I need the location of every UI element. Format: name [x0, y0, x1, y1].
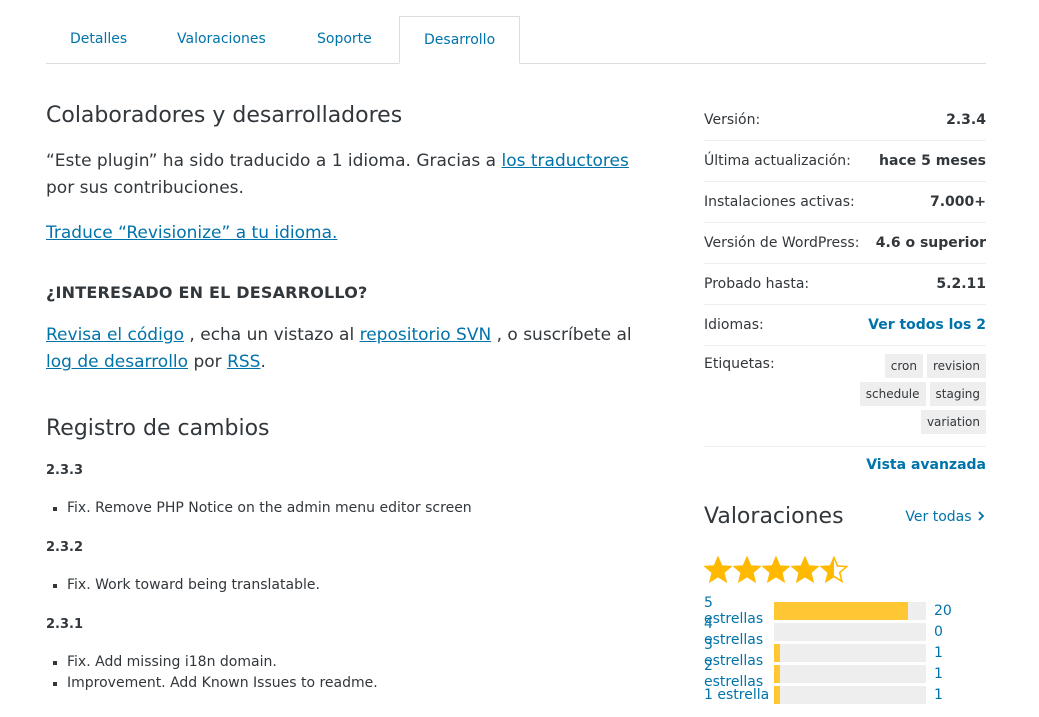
- rating-bar-2[interactable]: 2 estrellas 1: [704, 658, 986, 690]
- meta-row-active-installs: Instalaciones activas: 7.000+: [704, 182, 986, 223]
- tag[interactable]: variation: [920, 410, 986, 434]
- rating-bar-fill: [774, 685, 781, 704]
- rating-bar-1[interactable]: 1 estrella 1: [704, 684, 986, 705]
- main-content: Colaboradores y desarrolladores “Este pl…: [46, 96, 656, 694]
- meta-value: 4.6 o superior: [875, 235, 986, 251]
- rating-bar-fill: [774, 643, 781, 662]
- rating-bar-track: [774, 622, 926, 641]
- translate-paragraph: Traduce “Revisionize” a tu idioma.: [46, 220, 656, 247]
- advanced-view-link[interactable]: Vista avanzada: [866, 457, 986, 473]
- star-filled-icon: [704, 556, 732, 584]
- meta-row-last-updated: Última actualización: hace 5 meses: [704, 141, 986, 182]
- tab-desarrollo[interactable]: Desarrollo: [399, 16, 521, 64]
- rating-bar-count: 1: [934, 686, 943, 703]
- rating-bar-count: 0: [934, 623, 943, 640]
- ratings-heading: Valoraciones: [704, 504, 844, 529]
- rating-bar-count: 1: [934, 665, 943, 682]
- dev-text-2: , o suscríbete al: [496, 325, 632, 345]
- tag-list: cron revision schedule staging variation: [822, 354, 986, 434]
- see-all-reviews-link[interactable]: Ver todas: [905, 509, 986, 525]
- changelog-list: Fix. Add missing i18n domain. Improvemen…: [46, 652, 656, 694]
- rating-bar-track: [774, 685, 926, 704]
- see-all-label: Ver todas: [905, 508, 972, 525]
- rating-bar-track: [774, 601, 926, 620]
- meta-row-version: Versión: 2.3.4: [704, 100, 986, 141]
- changelog-heading: Registro de cambios: [46, 416, 270, 441]
- translation-text-suffix: por sus contribuciones.: [46, 178, 244, 198]
- rating-bar-label: 1 estrella: [704, 686, 770, 703]
- meta-label: Versión de WordPress:: [704, 235, 860, 251]
- svn-repository-link[interactable]: repositorio SVN: [360, 325, 492, 345]
- plugin-tabs: Detalles Valoraciones Soporte Desarrollo: [46, 16, 986, 64]
- meta-label: Probado hasta:: [704, 276, 810, 292]
- rss-link[interactable]: RSS: [227, 352, 260, 372]
- meta-row-wp-version: Versión de WordPress: 4.6 o superior: [704, 223, 986, 264]
- tag[interactable]: staging: [929, 382, 986, 406]
- meta-value: hace 5 meses: [879, 153, 986, 169]
- translation-paragraph: “Este plugin” ha sido traducido a 1 idio…: [46, 148, 656, 202]
- tag[interactable]: schedule: [859, 382, 926, 406]
- average-rating-stars: [704, 556, 848, 584]
- changelog-version: 2.3.2: [46, 540, 84, 555]
- tab-valoraciones[interactable]: Valoraciones: [177, 16, 266, 63]
- rating-bar-count: 20: [934, 602, 952, 619]
- star-filled-icon: [733, 556, 761, 584]
- tag[interactable]: revision: [926, 354, 986, 378]
- meta-label: Instalaciones activas:: [704, 194, 855, 210]
- list-item: Fix. Add missing i18n domain.: [53, 652, 656, 673]
- tab-soporte[interactable]: Soporte: [317, 16, 372, 63]
- view-all-languages-link[interactable]: Ver todos los 2: [868, 317, 986, 333]
- meta-value: 7.000+: [929, 194, 986, 210]
- star-filled-icon: [791, 556, 819, 584]
- meta-row-tested-up-to: Probado hasta: 5.2.11: [704, 264, 986, 305]
- tag[interactable]: cron: [884, 354, 923, 378]
- rating-bar-label: 2 estrellas: [704, 657, 764, 690]
- meta-row-tags: Etiquetas: cron revision schedule stagin…: [704, 346, 986, 447]
- tab-detalles[interactable]: Detalles: [70, 16, 127, 63]
- development-heading: ¿INTERESADO EN EL DESARROLLO?: [46, 283, 368, 302]
- rating-bar-count: 1: [934, 644, 943, 661]
- dev-text-1: , echa un vistazo al: [189, 325, 355, 345]
- ratings-header: Valoraciones Ver todas: [704, 504, 986, 529]
- changelog-version: 2.3.1: [46, 617, 84, 632]
- rating-bar-fill: [774, 664, 781, 683]
- rating-bar-track: [774, 664, 926, 683]
- list-item: Fix. Work toward being translatable.: [53, 575, 656, 596]
- list-item: Improvement. Add Known Issues to readme.: [53, 673, 656, 694]
- meta-value: 5.2.11: [936, 276, 986, 292]
- dev-text-4: .: [260, 352, 266, 372]
- translation-text-prefix: “Este plugin” ha sido traducido a 1 idio…: [46, 151, 497, 171]
- plugin-meta-sidebar: Versión: 2.3.4 Última actualización: hac…: [704, 100, 986, 473]
- contributors-heading: Colaboradores y desarrolladores: [46, 103, 403, 128]
- browse-code-link[interactable]: Revisa el código: [46, 325, 184, 345]
- changelog-entry: 2.3.3 Fix. Remove PHP Notice on the admi…: [46, 463, 656, 519]
- changelog-version: 2.3.3: [46, 463, 84, 478]
- star-filled-icon: [762, 556, 790, 584]
- changelog-entry: 2.3.1 Fix. Add missing i18n domain. Impr…: [46, 617, 656, 694]
- meta-label: Versión:: [704, 112, 761, 128]
- meta-label: Idiomas:: [704, 317, 764, 333]
- meta-label: Última actualización:: [704, 153, 851, 169]
- development-paragraph: Revisa el código , echa un vistazo al re…: [46, 322, 656, 376]
- meta-label: Etiquetas:: [704, 356, 775, 372]
- meta-row-languages: Idiomas: Ver todos los 2: [704, 305, 986, 346]
- changelog-entry: 2.3.2 Fix. Work toward being translatabl…: [46, 540, 656, 596]
- chevron-right-icon: [976, 509, 986, 525]
- changelog-list: Fix. Remove PHP Notice on the admin menu…: [46, 498, 656, 519]
- rating-bar-track: [774, 643, 926, 662]
- rating-breakdown: 5 estrellas 20 4 estrellas 0 3 estrellas…: [704, 595, 986, 705]
- translate-plugin-link[interactable]: Traduce “Revisionize” a tu idioma.: [46, 223, 337, 243]
- meta-value: 2.3.4: [946, 112, 986, 128]
- changelog-list: Fix. Work toward being translatable.: [46, 575, 656, 596]
- development-log-link[interactable]: log de desarrollo: [46, 352, 188, 372]
- star-half-icon: [820, 556, 848, 584]
- rating-bar-fill: [774, 601, 908, 620]
- list-item: Fix. Remove PHP Notice on the admin menu…: [53, 498, 656, 519]
- dev-text-3: por: [193, 352, 222, 372]
- translators-link[interactable]: los traductores: [501, 151, 628, 171]
